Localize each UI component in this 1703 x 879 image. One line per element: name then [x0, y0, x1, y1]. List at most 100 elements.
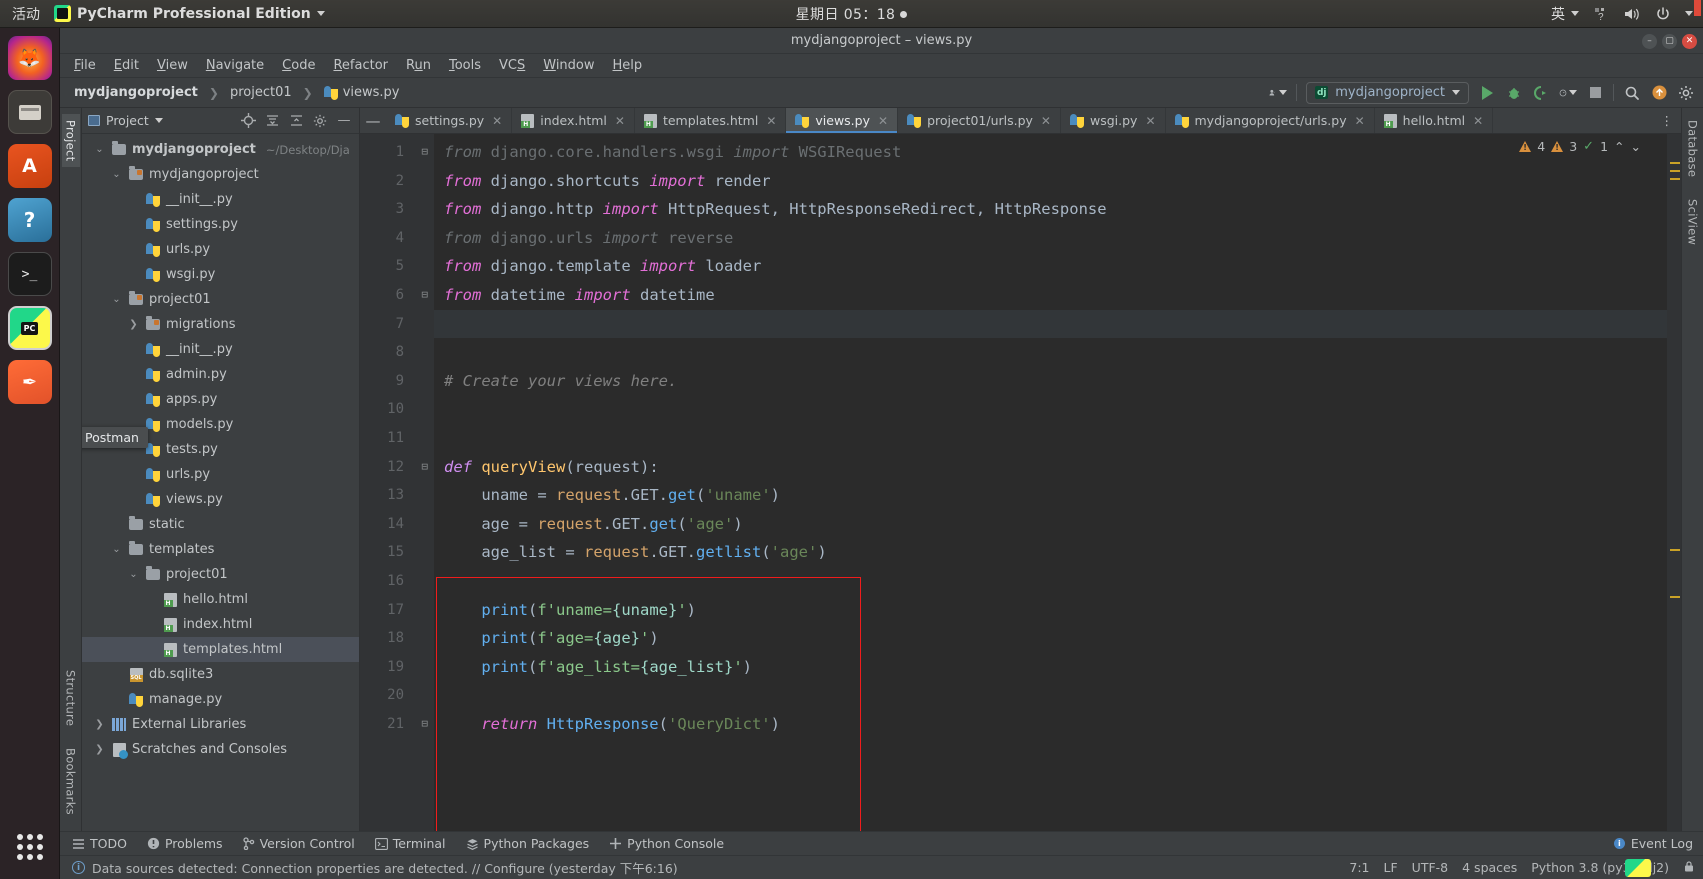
line-number[interactable]: 20	[360, 681, 434, 710]
menu-item-help[interactable]: Help	[613, 58, 643, 73]
code-line[interactable]: from django.shortcuts import render	[434, 167, 1681, 196]
accessibility-icon[interactable]: ?	[1593, 6, 1609, 22]
editor-tab-index-html[interactable]: index.html ✕	[512, 108, 635, 133]
dock-item-help[interactable]: ?	[7, 198, 52, 242]
line-number[interactable]: 11	[360, 424, 434, 453]
dock-item-files[interactable]	[7, 90, 52, 134]
line-number[interactable]: 13	[360, 481, 434, 510]
chevron-right-icon[interactable]: ❯	[127, 319, 140, 330]
updates-button[interactable]	[1650, 84, 1668, 102]
line-number[interactable]: 15	[360, 538, 434, 567]
menu-item-view[interactable]: View	[157, 58, 188, 73]
system-menu-chevron-icon[interactable]	[1685, 11, 1693, 16]
close-icon[interactable]: ✕	[1041, 114, 1051, 128]
code-line[interactable]: from django.http import HttpRequest, Htt…	[434, 195, 1681, 224]
code-line[interactable]	[434, 338, 1681, 367]
tool-window-button-sciview[interactable]: SciView	[1684, 193, 1702, 251]
debug-button[interactable]	[1505, 84, 1523, 102]
code-line[interactable]: from django.template import loader	[434, 252, 1681, 281]
inspection-widget[interactable]: 4 3 ✓ 1 ⌃ ⌄	[1519, 139, 1641, 154]
code-content[interactable]: from django.core.handlers.wsgi import WS…	[434, 134, 1681, 831]
line-number[interactable]: 19	[360, 653, 434, 682]
tool-button-todo[interactable]: TODO	[72, 836, 127, 851]
chevron-down-icon[interactable]: ⌄	[127, 569, 140, 580]
show-applications-button[interactable]	[8, 825, 52, 869]
dock-item-terminal[interactable]: >_	[7, 252, 52, 296]
tool-window-button-structure[interactable]: Structure	[62, 664, 80, 732]
line-number[interactable]: 7	[360, 310, 434, 339]
code-line[interactable]: age_list = request.GET.getlist('age')	[434, 538, 1681, 567]
user-account-icon[interactable]	[1269, 84, 1288, 102]
settings-button[interactable]	[1677, 84, 1695, 102]
tree-node-urls-py[interactable]: urls.py	[82, 237, 359, 262]
next-problem-button[interactable]: ⌄	[1631, 139, 1641, 154]
editor-tab-wsgi-py[interactable]: wsgi.py ✕	[1061, 108, 1166, 133]
status-message[interactable]: Data sources detected: Connection proper…	[92, 858, 678, 877]
project-tree[interactable]: ⌄ mydjangoproject ~/Desktop/Dja ⌄ mydjangopr…	[82, 134, 359, 831]
menu-item-file[interactable]: File	[74, 58, 96, 73]
tree-node-external-libraries[interactable]: ❯ External Libraries	[82, 712, 359, 737]
fold-toggle-icon[interactable]: ⊟	[414, 281, 428, 310]
code-editor[interactable]: 1 ⊟ 2 3 4 5 6 ⊟ 7 8 9 10 11 12 ⊟ 13 14 15 16 17 18 19 20 21 ⊟ fr…	[360, 134, 1681, 831]
menu-item-edit[interactable]: Edit	[114, 58, 139, 73]
chevron-down-icon[interactable]: ⌄	[110, 544, 123, 555]
close-icon[interactable]: ✕	[766, 114, 776, 128]
dock-item-postman[interactable]: ✒	[7, 360, 52, 404]
breadcrumb-item-2[interactable]: views.py	[343, 85, 400, 100]
search-everywhere-button[interactable]	[1623, 84, 1641, 102]
fold-toggle-icon[interactable]: ⊟	[414, 710, 428, 739]
tree-node--init-py[interactable]: __init__.py	[82, 337, 359, 362]
code-line[interactable]	[434, 681, 1681, 710]
line-number[interactable]: 14	[360, 510, 434, 539]
line-number[interactable]: 12 ⊟	[360, 453, 434, 482]
menu-item-vcs[interactable]: VCS	[499, 58, 525, 73]
editor-tab-hello-html[interactable]: hello.html ✕	[1375, 108, 1494, 133]
tree-node--init-py[interactable]: __init__.py	[82, 187, 359, 212]
run-configuration-selector[interactable]: dj mydjangoproject	[1306, 81, 1469, 104]
hide-tabs-button[interactable]: —	[360, 108, 386, 133]
close-icon[interactable]: ✕	[1355, 114, 1365, 128]
tree-node-mydjangoproject[interactable]: ⌄ mydjangoproject ~/Desktop/Dja	[82, 137, 359, 162]
editor-tab-views-py[interactable]: views.py ✕	[786, 108, 899, 133]
menu-item-navigate[interactable]: Navigate	[206, 58, 264, 73]
close-button[interactable]: ✕	[1682, 33, 1697, 49]
line-number[interactable]: 4	[360, 224, 434, 253]
tree-node-project01[interactable]: ⌄ project01	[82, 287, 359, 312]
tool-button-python-console[interactable]: Python Console	[609, 836, 724, 851]
active-app-menu[interactable]: PyCharm Professional Edition	[54, 5, 325, 22]
line-number[interactable]: 21 ⊟	[360, 710, 434, 739]
code-line[interactable]	[434, 395, 1681, 424]
profile-button[interactable]	[1559, 84, 1577, 102]
breadcrumb-item-1[interactable]: project01	[230, 85, 292, 100]
dock-item-pycharm[interactable]: PC	[7, 306, 52, 350]
line-number[interactable]: 16	[360, 567, 434, 596]
code-line[interactable]	[434, 424, 1681, 453]
expand-all-button[interactable]	[263, 112, 281, 130]
fold-toggle-icon[interactable]: ⊟	[414, 453, 428, 482]
tool-button-problems[interactable]: Problems	[147, 836, 223, 851]
tree-node-templates-html[interactable]: templates.html	[82, 637, 359, 662]
select-opened-file-button[interactable]	[239, 112, 257, 130]
tree-node-manage-py[interactable]: manage.py	[82, 687, 359, 712]
tree-node-wsgi-py[interactable]: wsgi.py	[82, 262, 359, 287]
tree-node-scratches-and-consoles[interactable]: ❯ Scratches and Consoles	[82, 737, 359, 762]
tool-window-button-bookmarks[interactable]: Bookmarks	[62, 742, 80, 821]
menu-item-code[interactable]: Code	[282, 58, 315, 73]
dock-item-firefox[interactable]: 🦊	[7, 36, 52, 80]
line-number[interactable]: 18	[360, 624, 434, 653]
line-number[interactable]: 2	[360, 167, 434, 196]
line-number[interactable]: 3	[360, 195, 434, 224]
close-icon[interactable]: ✕	[878, 114, 888, 128]
chevron-right-icon[interactable]: ❯	[93, 719, 106, 730]
editor-tabs-more-button[interactable]: ⋮	[1661, 113, 1674, 128]
close-icon[interactable]: ✕	[615, 114, 625, 128]
code-line[interactable]: # Create your views here.	[434, 367, 1681, 396]
code-line[interactable]: print(f'uname={uname}')	[434, 596, 1681, 625]
code-line[interactable]: from django.urls import reverse	[434, 224, 1681, 253]
chevron-down-icon[interactable]: ⌄	[93, 144, 106, 155]
menu-item-tools[interactable]: Tools	[449, 58, 481, 73]
tool-button-python-packages[interactable]: Python Packages	[466, 836, 589, 851]
editor-tab-settings-py[interactable]: settings.py ✕	[386, 108, 513, 133]
input-method-indicator[interactable]: 英	[1551, 4, 1579, 24]
code-line[interactable]: def queryView(request):	[434, 453, 1681, 482]
